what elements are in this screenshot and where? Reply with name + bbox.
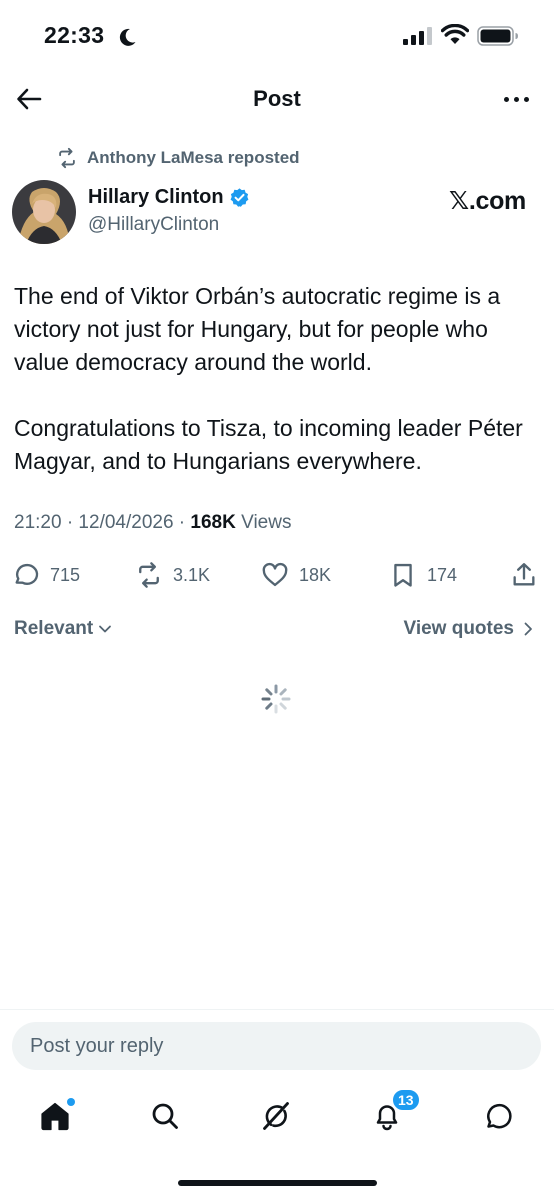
source-watermark: 𝕏.com <box>449 187 526 215</box>
repost-icon <box>59 147 75 169</box>
more-options-button[interactable] <box>498 84 534 114</box>
share-icon <box>513 563 535 586</box>
verified-badge-icon <box>230 188 249 207</box>
sort-label: Relevant <box>14 618 94 639</box>
action-bar: 715 3.1K 18K 174 <box>0 556 554 596</box>
views-count[interactable]: 168K <box>190 512 235 534</box>
status-time: 22:33 <box>44 22 105 48</box>
avatar[interactable] <box>12 180 76 244</box>
battery-icon <box>477 26 518 46</box>
reply-count: 715 <box>50 564 81 585</box>
home-indicator <box>178 1180 377 1186</box>
bookmark-button[interactable]: 174 <box>389 556 457 594</box>
repost-icon <box>139 562 159 588</box>
home-icon <box>41 1102 69 1131</box>
reply-input[interactable] <box>30 1022 520 1070</box>
nav-header: Post <box>0 70 554 128</box>
bottom-tab-bar: 13 <box>0 1086 554 1146</box>
post-meta: 21:20 · 12/04/2026 · 168K Views <box>14 512 291 534</box>
share-button[interactable] <box>510 556 538 594</box>
bookmark-count: 174 <box>427 564 458 585</box>
heart-icon <box>262 562 288 587</box>
reply-button[interactable]: 715 <box>12 556 80 594</box>
cellular-signal-icon <box>403 27 432 45</box>
repost-attribution[interactable]: Anthony LaMesa reposted <box>56 146 300 170</box>
tab-notifications[interactable]: 13 <box>365 1088 421 1138</box>
tab-grok[interactable] <box>254 1094 298 1138</box>
bookmark-icon <box>394 563 412 587</box>
more-horizontal-icon <box>523 96 529 102</box>
like-count: 18K <box>299 564 332 585</box>
post-timestamp: 21:20 · 12/04/2026 · <box>14 512 191 533</box>
tab-messages[interactable] <box>475 1094 519 1138</box>
search-icon <box>152 1103 178 1129</box>
tab-home[interactable] <box>33 1094 77 1138</box>
more-horizontal-icon <box>513 96 519 102</box>
repost-count: 3.1K <box>173 564 211 585</box>
page-title: Post <box>253 86 301 111</box>
author-handle[interactable]: @HillaryClinton <box>88 214 219 236</box>
new-content-dot <box>67 1098 75 1106</box>
tab-search[interactable] <box>143 1094 187 1138</box>
messages-icon <box>487 1103 512 1129</box>
more-horizontal-icon <box>503 96 509 102</box>
post-paragraph: The end of Viktor Orbán’s autocratic reg… <box>14 283 501 375</box>
post-paragraph: Congratulations to Tisza, to incoming le… <box>14 415 523 474</box>
avatar-image <box>12 180 76 244</box>
sort-dropdown[interactable]: Relevant <box>14 618 113 640</box>
chevron-right-icon <box>524 622 532 636</box>
grok-icon <box>263 1102 289 1130</box>
notification-badge: 13 <box>391 1088 421 1112</box>
author-name-row[interactable]: Hillary Clinton <box>88 186 250 209</box>
like-button[interactable]: 18K <box>261 556 331 594</box>
loading-spinner-icon <box>261 684 291 714</box>
post-text: The end of Viktor Orbán’s autocratic reg… <box>14 280 542 478</box>
view-quotes-link[interactable]: View quotes <box>403 618 536 640</box>
replies-filter-row: Relevant View quotes <box>0 618 554 648</box>
wifi-icon <box>441 24 469 44</box>
moon-icon <box>119 28 136 46</box>
repost-label: Anthony LaMesa reposted <box>87 148 300 167</box>
reply-icon <box>15 563 39 585</box>
divider <box>0 1009 554 1010</box>
repost-button[interactable]: 3.1K <box>135 556 210 594</box>
author-name: Hillary Clinton <box>88 186 224 208</box>
chevron-down-icon <box>99 625 112 633</box>
views-label: Views <box>235 512 292 533</box>
reply-composer[interactable] <box>12 1022 541 1070</box>
status-bar: 22:33 <box>0 0 554 70</box>
view-quotes-label: View quotes <box>403 618 514 639</box>
